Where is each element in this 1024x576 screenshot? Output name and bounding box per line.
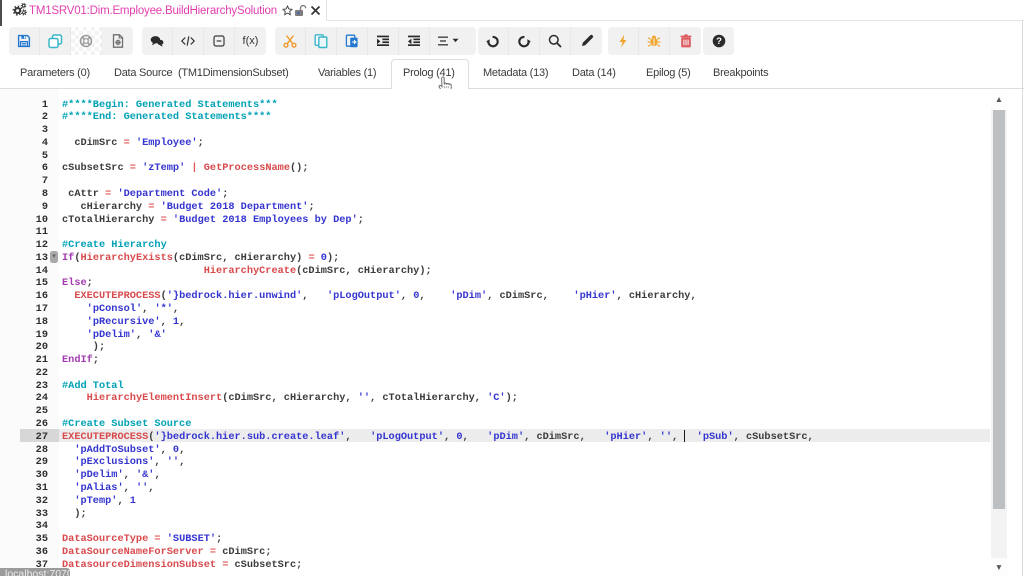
svg-text:?: ? [716,36,722,47]
